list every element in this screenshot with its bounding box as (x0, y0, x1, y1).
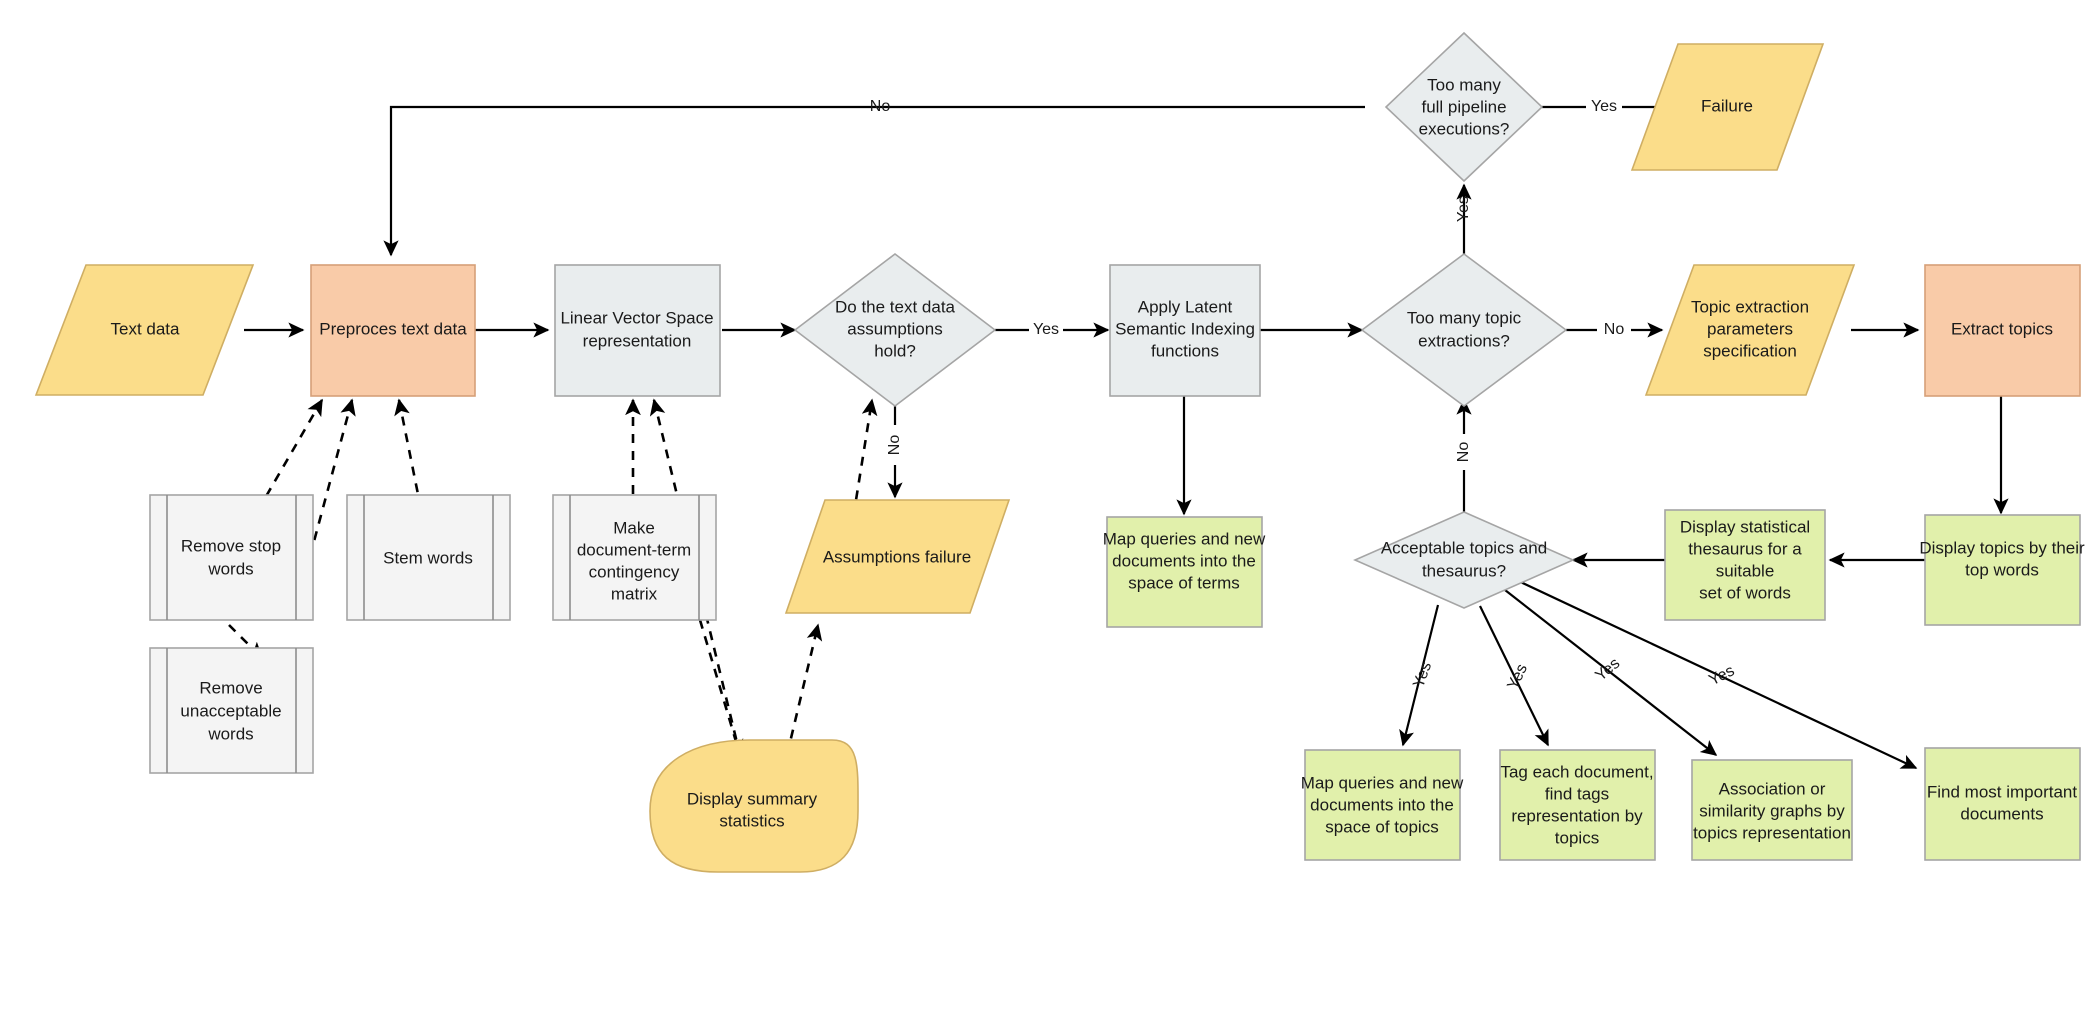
node-preprocess[interactable]: Preproces text data (310, 264, 476, 397)
node-importantdocs-line2: documents (1960, 804, 2043, 823)
node-find-important-documents[interactable]: Find most important documents (1924, 747, 2081, 861)
node-acceptable-line1: Acceptable topics and (1381, 538, 1547, 557)
node-mapterms-line2: documents into the (1112, 551, 1256, 570)
node-summarystats-line1: Display summary (687, 789, 818, 808)
node-importantdocs-line1: Find most important (1927, 782, 2077, 801)
node-acceptable-topics-decision[interactable]: Acceptable topics and thesaurus? (1353, 511, 1575, 609)
node-tagdocs-line4: topics (1555, 828, 1599, 847)
node-params-line1: Topic extraction (1691, 297, 1809, 316)
node-text-data[interactable]: Text data (34, 264, 255, 396)
node-map-space-of-terms[interactable]: Map queries and new documents into the s… (1103, 516, 1266, 628)
node-remove-unacceptable-words[interactable]: Remove unacceptable words (149, 647, 314, 774)
node-acceptable-line2: thesaurus? (1422, 561, 1506, 580)
node-thesaurus-line4: set of words (1699, 583, 1791, 602)
node-maptopics-line1: Map queries and new (1301, 773, 1464, 792)
node-displaytopics-line1: Display topics by their (1919, 538, 2085, 557)
node-removeunacceptable-line2: unacceptable (180, 701, 281, 720)
node-thesaurus-line2: thesaurus for a (1688, 539, 1802, 558)
node-assoc-line2: similarity graphs by (1699, 801, 1845, 820)
node-pipeline-line2: full pipeline (1421, 97, 1506, 116)
flowchart-svg: Text data Preproces text data Linear Vec… (34, 31, 2085, 873)
node-mapterms-line1: Map queries and new (1103, 529, 1266, 548)
node-contingency-line2: document-term (577, 540, 691, 559)
edge-label-no-acceptable: No (1455, 442, 1472, 463)
node-summarystats-line2: statistics (719, 811, 784, 830)
edge-contingency-summarystats (698, 619, 744, 757)
node-tagdocs-line2: find tags (1545, 784, 1609, 803)
node-assumptions-failure[interactable]: Assumptions failure (784, 499, 1011, 614)
edge-label-no-top: No (870, 98, 891, 115)
node-apply-lsi[interactable]: Apply Latent Semantic Indexing functions (1109, 264, 1261, 397)
node-params-line3: specification (1703, 341, 1797, 360)
node-topicextr-line2: extractions? (1418, 331, 1510, 350)
node-assumptionsfailure-label: Assumptions failure (823, 547, 971, 566)
node-removeunacceptable-line3: words (207, 724, 253, 743)
node-pipeline-line3: executions? (1419, 119, 1510, 138)
node-lvs-line1: Linear Vector Space (560, 308, 713, 327)
node-tag-each-document[interactable]: Tag each document, find tags representat… (1499, 749, 1656, 861)
node-text-data-label: Text data (111, 319, 181, 338)
node-too-many-topic-extractions[interactable]: Too many topic extractions? (1360, 253, 1568, 407)
node-removeunacceptable-line1: Remove (199, 678, 262, 697)
node-lvs-line2: representation (583, 331, 692, 350)
node-failure-label: Failure (1701, 96, 1753, 115)
edge-label-yes-pipeline: Yes (1455, 196, 1472, 222)
node-pipeline-line1: Too many (1427, 75, 1501, 94)
node-map-space-of-topics[interactable]: Map queries and new documents into the s… (1301, 749, 1464, 861)
edge-pipeline-no-feedback (383, 105, 1365, 257)
node-assumptions-line2: assumptions (847, 319, 942, 338)
node-too-many-pipeline-executions[interactable]: Too many full pipeline executions? (1384, 31, 1544, 183)
node-maptopics-line2: documents into the (1310, 795, 1454, 814)
node-topic-extraction-params[interactable]: Topic extraction parameters specificatio… (1644, 264, 1856, 396)
edge-label-yes-assumptions: Yes (1033, 321, 1059, 338)
edge-summarystats-assumptionsfailure (785, 623, 823, 756)
node-association-graphs[interactable]: Association or similarity graphs by topi… (1691, 759, 1853, 861)
node-stem-words[interactable]: Stem words (346, 494, 511, 621)
node-tagdocs-line1: Tag each document, (1500, 762, 1653, 781)
node-params-line2: parameters (1707, 319, 1793, 338)
node-assoc-line1: Association or (1719, 779, 1826, 798)
edge-label-no-topicextr: No (1604, 321, 1625, 338)
edge-label-yes-failure: Yes (1591, 98, 1617, 115)
node-failure[interactable]: Failure (1630, 43, 1825, 171)
node-extract-topics-label: Extract topics (1951, 319, 2053, 338)
node-contingency-line1: Make (613, 518, 655, 537)
node-lsi-line1: Apply Latent (1138, 297, 1233, 316)
node-display-summary-statistics[interactable]: Display summary statistics (649, 739, 859, 873)
node-lsi-line2: Semantic Indexing (1115, 319, 1255, 338)
node-lsi-line3: functions (1151, 341, 1219, 360)
node-contingency-line4: matrix (611, 584, 658, 603)
node-preprocess-label: Preproces text data (319, 319, 467, 338)
edge-label-yes-maptopics: Yes (1410, 660, 1435, 690)
node-stemwords-label: Stem words (383, 548, 473, 567)
node-mapterms-line3: space of terms (1128, 573, 1240, 592)
node-assumptions-line3: hold? (874, 341, 916, 360)
node-tagdocs-line3: representation by (1511, 806, 1643, 825)
node-display-statistical-thesaurus[interactable]: Display statistical thesaurus for a suit… (1664, 509, 1826, 621)
node-assumptions-decision[interactable]: Do the text data assumptions hold? (793, 252, 997, 408)
node-make-contingency-matrix[interactable]: Make document-term contingency matrix (552, 494, 717, 621)
node-displaytopics-line2: top words (1965, 560, 2039, 579)
node-display-topics-top-words[interactable]: Display topics by their top words (1919, 514, 2085, 626)
node-thesaurus-line3: suitable (1716, 561, 1775, 580)
node-remove-stop-words[interactable]: Remove stop words (149, 494, 314, 621)
node-contingency-line3: contingency (589, 562, 680, 581)
node-lvs-representation[interactable]: Linear Vector Space representation (554, 264, 721, 397)
edge-label-no-assumptions: No (886, 435, 903, 456)
node-maptopics-line3: space of topics (1325, 817, 1438, 836)
node-extract-topics[interactable]: Extract topics (1924, 264, 2081, 397)
node-assoc-line3: topics representation (1693, 823, 1851, 842)
node-removestop-line2: words (207, 559, 253, 578)
edge-label-yes-importantdocs: Yes (1706, 662, 1737, 689)
node-thesaurus-line1: Display statistical (1680, 517, 1810, 536)
node-assumptions-line1: Do the text data (835, 297, 956, 316)
node-removestop-line1: Remove stop (181, 536, 281, 555)
flowchart-canvas: Text data Preproces text data Linear Vec… (0, 0, 2089, 1024)
node-topicextr-line1: Too many topic (1407, 308, 1522, 327)
